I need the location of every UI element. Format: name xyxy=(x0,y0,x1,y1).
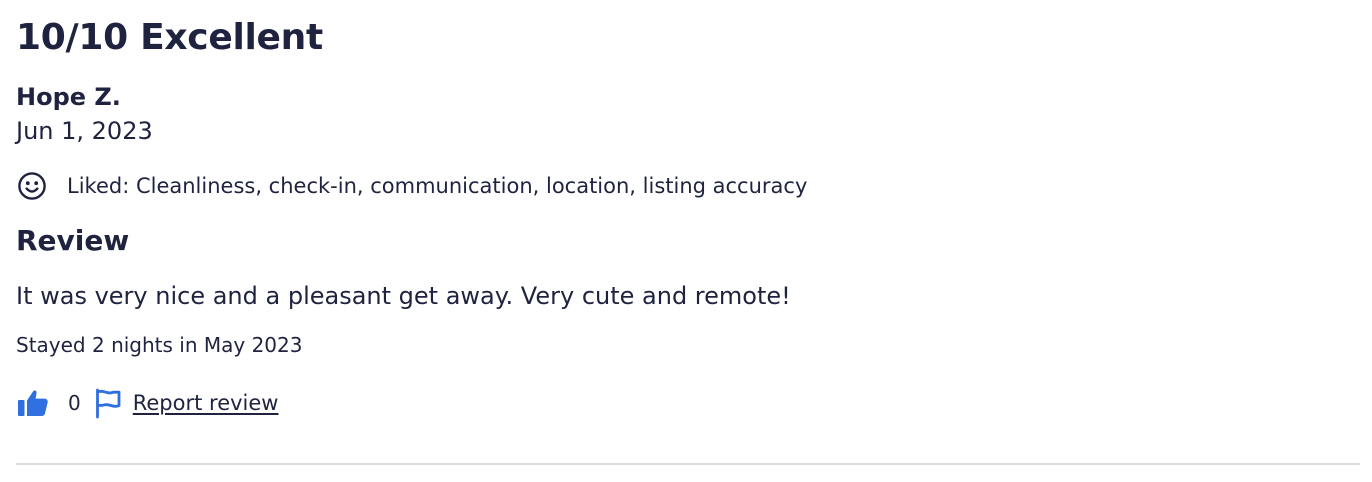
helpful-count: 0 xyxy=(68,391,81,415)
review-date: Jun 1, 2023 xyxy=(16,117,153,145)
flag-icon xyxy=(93,387,123,419)
review-actions: 0 Report review xyxy=(16,385,278,421)
reviewer-name: Hope Z. xyxy=(16,83,121,111)
report-review-link[interactable]: Report review xyxy=(93,387,279,419)
divider xyxy=(16,463,1360,465)
rating-heading: 10/10 Excellent xyxy=(16,17,323,58)
report-review-label: Report review xyxy=(132,391,279,415)
stay-info: Stayed 2 nights in May 2023 xyxy=(16,333,303,357)
review-card: 10/10 Excellent Hope Z. Jun 1, 2023 Like… xyxy=(0,0,1372,482)
review-section-heading: Review xyxy=(16,224,130,257)
smile-icon xyxy=(16,170,48,202)
review-body: It was very nice and a pleasant get away… xyxy=(16,282,791,310)
thumbs-up-icon xyxy=(16,386,50,420)
helpful-button[interactable]: 0 xyxy=(16,386,81,420)
liked-summary: Liked: Cleanliness, check-in, communicat… xyxy=(16,170,807,202)
liked-text: Liked: Cleanliness, check-in, communicat… xyxy=(67,174,808,198)
